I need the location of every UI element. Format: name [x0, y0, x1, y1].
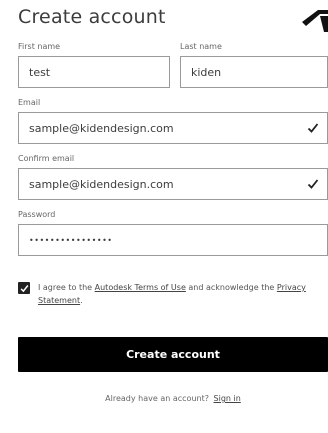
confirm-email-group: Confirm email sample@kidendesign.com: [18, 154, 328, 200]
first-name-label: First name: [18, 42, 61, 51]
email-value: sample@kidendesign.com: [29, 121, 174, 135]
terms-text-middle: and acknowledge the: [188, 283, 275, 292]
email-label: Email: [18, 98, 41, 107]
checkbox-check-icon: [20, 284, 28, 292]
first-name-field[interactable]: test: [18, 56, 170, 88]
autodesk-logo-icon: [302, 10, 328, 32]
last-name-group: Last name kiden: [180, 42, 328, 88]
signin-prompt-text: Already have an account?: [105, 394, 209, 403]
create-account-page: Create account First name test Last name…: [0, 0, 328, 433]
page-header: Create account: [18, 0, 328, 42]
page-title: Create account: [18, 6, 166, 28]
first-name-value: test: [29, 65, 51, 79]
email-group: Email sample@kidendesign.com: [18, 98, 328, 144]
name-row: First name test Last name kiden: [18, 42, 328, 88]
signin-prompt: Already have an account? Sign in: [18, 394, 328, 403]
confirm-email-field[interactable]: sample@kidendesign.com: [18, 168, 328, 200]
checkmark-icon: [307, 123, 319, 133]
checkmark-icon: [307, 179, 319, 189]
last-name-label: Last name: [180, 42, 222, 51]
terms-agreement: I agree to the Autodesk Terms of Use and…: [18, 281, 328, 307]
terms-checkbox[interactable]: [18, 282, 30, 294]
terms-text-after: .: [80, 296, 83, 305]
terms-text-before: I agree to the: [38, 283, 93, 292]
email-field[interactable]: sample@kidendesign.com: [18, 112, 328, 144]
last-name-value: kiden: [191, 65, 222, 79]
terms-of-use-link[interactable]: Autodesk Terms of Use: [95, 283, 186, 292]
password-value: ••••••••••••••••: [29, 235, 113, 245]
password-label: Password: [18, 210, 56, 219]
create-account-button[interactable]: Create account: [18, 337, 328, 372]
first-name-group: First name test: [18, 42, 170, 88]
last-name-field[interactable]: kiden: [180, 56, 328, 88]
confirm-email-value: sample@kidendesign.com: [29, 177, 174, 191]
password-field[interactable]: ••••••••••••••••: [18, 224, 328, 256]
signin-link[interactable]: Sign in: [214, 394, 241, 403]
confirm-email-label: Confirm email: [18, 154, 75, 163]
terms-text: I agree to the Autodesk Terms of Use and…: [38, 281, 328, 307]
password-group: Password ••••••••••••••••: [18, 210, 328, 256]
